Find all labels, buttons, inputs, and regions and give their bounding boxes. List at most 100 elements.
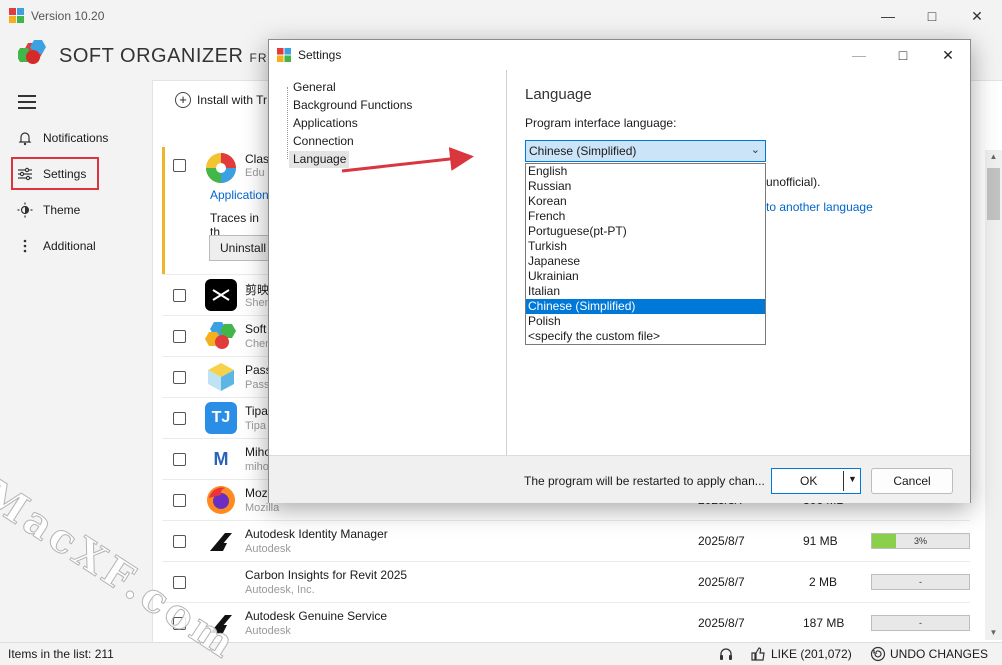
language-option[interactable]: Japanese — [526, 254, 765, 269]
program-checkbox[interactable] — [173, 453, 186, 466]
usage-bar: - — [871, 615, 970, 631]
program-date: 2025/8/7 — [698, 575, 745, 589]
program-checkbox[interactable] — [173, 371, 186, 384]
table-row[interactable]: Autodesk Genuine Service Autodesk 2025/8… — [162, 602, 970, 643]
program-publisher: Autodesk — [245, 625, 291, 637]
maximize-icon[interactable]: □ — [922, 6, 942, 26]
brand: SOFT ORGANIZER FREE V — [18, 40, 298, 70]
minimize-icon[interactable]: — — [878, 6, 898, 26]
tree-connector — [287, 87, 288, 159]
program-publisher: miho — [245, 461, 269, 473]
like-label: LIKE (201,072) — [771, 647, 852, 661]
sidebar-item-label: Notifications — [43, 131, 109, 145]
program-date: 2025/8/7 — [698, 616, 745, 630]
items-count: Items in the list: 211 — [8, 647, 114, 661]
ok-label: OK — [800, 474, 818, 488]
language-option[interactable]: French — [526, 209, 765, 224]
program-size: 187 MB — [803, 616, 845, 630]
minimize-icon[interactable]: — — [849, 45, 869, 65]
settings-dialog: Settings — □ ✕ General Background Functi… — [268, 39, 971, 503]
expanded-program-card[interactable]: Clas Edu Application Traces in th Uninst… — [162, 147, 279, 274]
tipard-icon: TJ — [205, 402, 237, 434]
cancel-button[interactable]: Cancel — [871, 468, 953, 494]
program-name: Moz — [245, 486, 268, 500]
window-title: Version 10.20 — [31, 9, 105, 23]
program-checkbox[interactable] — [173, 576, 186, 589]
program-checkbox[interactable] — [173, 289, 186, 302]
sidebar-item-notifications[interactable]: Notifications — [16, 126, 108, 150]
language-option[interactable]: Korean — [526, 194, 765, 209]
tree-item-connection[interactable]: Connection — [289, 133, 357, 150]
usage-bar: - — [871, 574, 970, 590]
hamburger-icon[interactable] — [18, 95, 36, 109]
program-name: Soft — [245, 322, 267, 336]
autodesk-icon — [210, 615, 232, 633]
program-checkbox[interactable] — [173, 617, 186, 630]
language-listbox[interactable]: English Russian Korean French Portuguese… — [525, 163, 766, 345]
undo-changes-button[interactable]: UNDO CHANGES — [870, 646, 988, 662]
program-name: Autodesk Genuine Service — [245, 609, 388, 623]
firefox-icon — [207, 486, 235, 514]
usage-bar: 3% — [871, 533, 970, 549]
language-dropdown[interactable]: Chinese (Simplified) ⌄ — [525, 140, 766, 162]
program-name: 剪映 — [245, 283, 270, 297]
close-icon[interactable]: ✕ — [967, 6, 987, 26]
tree-item-background-functions[interactable]: Background Functions — [289, 97, 415, 114]
brand-title: SOFT ORGANIZER FREE V — [59, 45, 298, 67]
program-size: 2 MB — [809, 575, 838, 589]
undo-label: UNDO CHANGES — [890, 647, 989, 661]
app-icon — [9, 8, 24, 23]
translate-link[interactable]: to another language — [766, 200, 873, 214]
scroll-down-icon[interactable]: ▼ — [985, 626, 1002, 640]
dialog-title: Settings — [298, 48, 342, 62]
tree-item-language[interactable]: Language — [289, 151, 350, 168]
language-option-selected[interactable]: Chinese (Simplified) — [526, 299, 765, 314]
program-checkbox[interactable] — [173, 412, 186, 425]
status-bar: Items in the list: 211 LIKE (201,072) UN… — [0, 642, 1002, 665]
sidebar-item-additional[interactable]: Additional — [16, 234, 96, 258]
table-row[interactable]: Carbon Insights for Revit 2025 Autodesk,… — [162, 561, 970, 602]
table-row[interactable]: Autodesk Identity Manager Autodesk 2025/… — [162, 520, 970, 561]
tree-item-general[interactable]: General — [289, 79, 339, 96]
language-option[interactable]: English — [526, 164, 765, 179]
language-option[interactable]: Ukrainian — [526, 269, 765, 284]
vertical-scrollbar[interactable]: ▲ ▼ — [985, 150, 1002, 640]
maximize-icon[interactable]: □ — [893, 45, 913, 65]
window-titlebar: Version 10.20 — □ ✕ — [0, 0, 1002, 32]
vertical-dots-icon — [16, 237, 34, 255]
usage-bar-label: - — [919, 618, 922, 628]
program-checkbox[interactable] — [173, 494, 186, 507]
program-checkbox[interactable] — [173, 330, 186, 343]
language-option[interactable]: <specify the custom file> — [526, 329, 765, 344]
language-option[interactable]: Italian — [526, 284, 765, 299]
program-publisher: Shen — [245, 297, 271, 309]
sidebar-item-theme[interactable]: Theme — [16, 198, 80, 222]
category-link[interactable]: Application — [210, 188, 269, 202]
headset-icon[interactable] — [718, 646, 734, 662]
tree-item-applications[interactable]: Applications — [289, 115, 361, 132]
usage-bar-label: 3% — [913, 536, 927, 546]
sidebar-item-label: Theme — [43, 203, 81, 217]
close-icon[interactable]: ✕ — [938, 45, 958, 65]
scrollbar-thumb[interactable] — [987, 168, 1000, 220]
dropdown-arrow-icon[interactable]: ▼ — [848, 474, 857, 484]
install-with-button[interactable]: + Install with Tr — [175, 92, 267, 108]
language-option[interactable]: Portuguese(pt-PT) — [526, 224, 765, 239]
capcut-icon — [205, 279, 237, 311]
program-checkbox[interactable] — [173, 535, 186, 548]
plus-circle-icon: + — [175, 92, 191, 108]
language-heading: Language — [525, 86, 592, 103]
restart-note: The program will be restarted to apply c… — [524, 474, 765, 488]
language-option[interactable]: Turkish — [526, 239, 765, 254]
language-option[interactable]: Polish — [526, 314, 765, 329]
ok-button[interactable]: OK ▼ — [771, 468, 861, 494]
chevron-down-icon: ⌄ — [750, 144, 760, 156]
language-option[interactable]: Russian — [526, 179, 765, 194]
program-publisher: Edu — [245, 167, 265, 179]
dialog-footer: The program will be restarted to apply c… — [269, 455, 970, 503]
passbox-icon — [208, 363, 234, 391]
like-button[interactable]: LIKE (201,072) — [750, 646, 852, 662]
program-checkbox[interactable] — [173, 159, 186, 172]
sun-icon — [16, 201, 34, 219]
scroll-up-icon[interactable]: ▲ — [985, 150, 1002, 164]
